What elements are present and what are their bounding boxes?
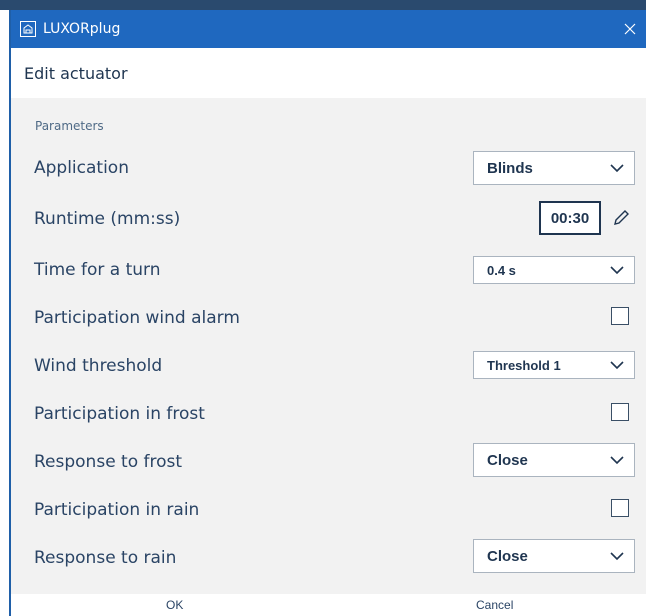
application-value: Blinds — [487, 159, 533, 177]
wind-threshold-select[interactable]: Threshold 1 — [473, 351, 635, 379]
chevron-down-icon — [610, 266, 624, 275]
wind-alarm-checkbox[interactable] — [611, 307, 629, 325]
frost-response-label: Response to frost — [34, 452, 183, 472]
cancel-button[interactable]: Cancel — [476, 598, 513, 612]
application-select[interactable]: Blinds — [473, 151, 635, 185]
frost-response-value: Close — [487, 451, 528, 469]
turn-time-value: 0.4 s — [487, 262, 516, 278]
chevron-down-icon — [610, 552, 624, 561]
section-label: Parameters — [35, 119, 104, 133]
frost-participation-label: Participation in frost — [34, 404, 205, 424]
dialog-title: Edit actuator — [24, 63, 128, 83]
application-label: Application — [34, 158, 129, 178]
rain-participation-label: Participation in rain — [34, 500, 200, 520]
chevron-down-icon — [610, 164, 624, 173]
window-title: LUXORplug — [43, 21, 121, 37]
chevron-down-icon — [610, 456, 624, 465]
dialog-header: Edit actuator — [11, 48, 646, 98]
wind-threshold-label: Wind threshold — [34, 356, 163, 376]
parameters-panel: Parameters Application Blinds Runtime (m… — [11, 98, 646, 594]
runtime-value: 00:30 — [550, 209, 590, 227]
turn-time-select[interactable]: 0.4 s — [473, 256, 635, 284]
frost-participation-checkbox[interactable] — [611, 403, 629, 421]
close-icon — [624, 23, 636, 35]
ok-button[interactable]: OK — [166, 598, 183, 612]
wind-threshold-value: Threshold 1 — [487, 357, 561, 373]
edit-actuator-dialog: LUXORplug Edit actuator Parameters Appli… — [9, 10, 646, 616]
pencil-icon[interactable] — [611, 208, 631, 228]
background-strip — [0, 0, 646, 10]
luxor-app-icon — [20, 21, 36, 37]
dialog-footer: OK Cancel — [11, 594, 646, 616]
runtime-input[interactable]: 00:30 — [539, 201, 601, 235]
title-bar: LUXORplug — [11, 10, 646, 48]
turn-time-label: Time for a turn — [34, 260, 161, 280]
frost-response-select[interactable]: Close — [473, 443, 635, 477]
rain-response-select[interactable]: Close — [473, 539, 635, 573]
runtime-label: Runtime (mm:ss) — [34, 209, 181, 229]
close-button[interactable] — [620, 19, 640, 39]
rain-participation-checkbox[interactable] — [611, 499, 629, 517]
chevron-down-icon — [610, 361, 624, 370]
rain-response-value: Close — [487, 547, 528, 565]
wind-alarm-label: Participation wind alarm — [34, 308, 240, 328]
rain-response-label: Response to rain — [34, 548, 177, 568]
